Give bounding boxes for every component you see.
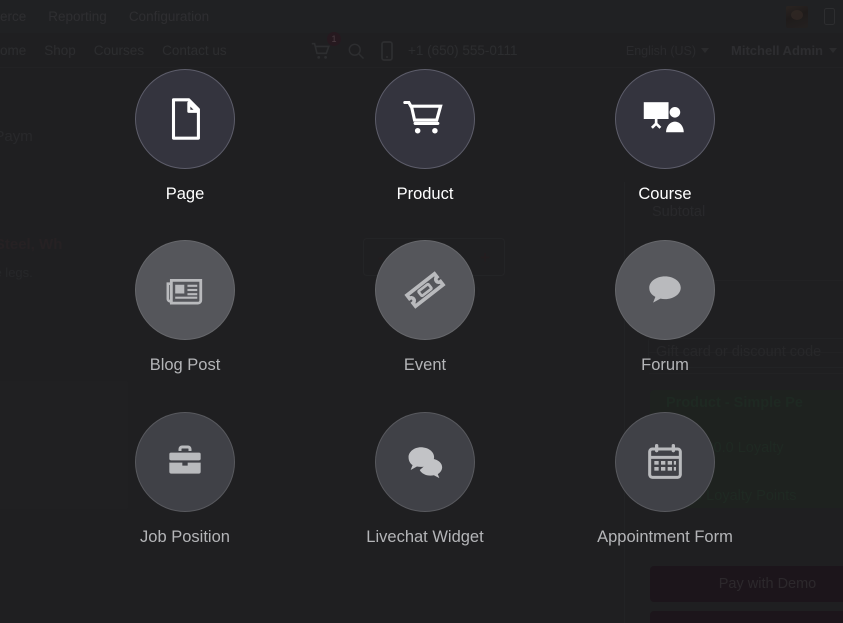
new-content-label: Livechat Widget: [366, 528, 484, 546]
new-content-label: Blog Post: [149, 356, 221, 374]
course-circle[interactable]: [615, 69, 715, 169]
new-content-label: Product: [396, 185, 454, 203]
file-icon: [171, 98, 200, 140]
new-content-label: Appointment Form: [597, 528, 733, 546]
new-content-item-course[interactable]: Course: [565, 69, 765, 204]
briefcase-icon: [169, 445, 201, 474]
comments-icon: [408, 447, 443, 479]
product-circle[interactable]: [375, 69, 475, 169]
blog-post-circle[interactable]: [135, 240, 235, 340]
new-content-label: Page: [165, 185, 205, 203]
livechat-widget-circle[interactable]: [375, 412, 475, 512]
calendar-icon: [648, 444, 682, 479]
new-content-item-livechat-widget[interactable]: Livechat Widget: [325, 412, 525, 547]
new-content-item-product[interactable]: Product: [325, 69, 525, 204]
new-content-item-forum[interactable]: Forum: [565, 240, 765, 375]
presentation-icon: [643, 102, 684, 133]
new-content-item-page[interactable]: Page: [85, 69, 285, 204]
appointment-form-circle[interactable]: [615, 412, 715, 512]
new-content-label: Course: [638, 185, 692, 203]
comment-icon: [649, 276, 681, 303]
new-content-grid: Page Product Course Blog Post Event Foru…: [0, 0, 843, 623]
new-content-label: Forum: [641, 356, 689, 374]
newspaper-icon: [166, 278, 203, 305]
job-position-circle[interactable]: [135, 412, 235, 512]
event-circle[interactable]: [375, 240, 475, 340]
ticket-icon: [404, 271, 446, 309]
page-circle[interactable]: [135, 69, 235, 169]
new-content-label: Event: [403, 356, 447, 374]
cart-icon: [403, 100, 443, 134]
screen-root: erce Reporting Configuration ome Shop Co…: [0, 0, 843, 623]
new-content-item-job-position[interactable]: Job Position: [85, 412, 285, 547]
new-content-item-event[interactable]: Event: [325, 240, 525, 375]
new-content-item-appointment-form[interactable]: Appointment Form: [565, 412, 765, 547]
forum-circle[interactable]: [615, 240, 715, 340]
new-content-item-blog-post[interactable]: Blog Post: [85, 240, 285, 375]
new-content-label: Job Position: [140, 528, 230, 546]
